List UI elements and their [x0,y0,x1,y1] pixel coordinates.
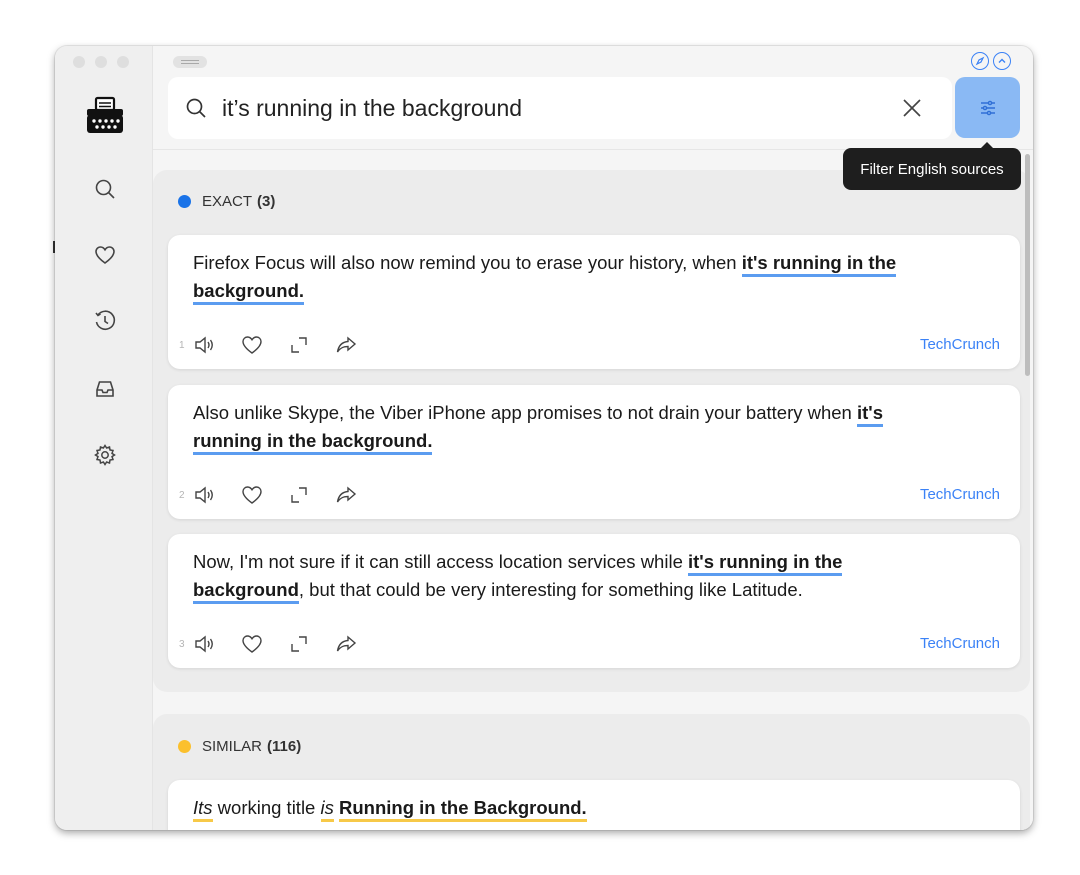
zoom-window-button[interactable] [117,56,129,68]
result-sentence[interactable]: Firefox Focus will also now remind you t… [193,249,953,305]
similar-match-highlight: Running in the Background. [339,797,587,822]
drag-handle-icon[interactable] [173,56,207,68]
chevron-up-icon[interactable] [993,52,1011,70]
sliders-icon [980,100,995,115]
exact-label: EXACT [202,193,253,210]
speaker-icon[interactable] [193,333,217,357]
window-controls [73,56,129,68]
compass-icon[interactable] [971,52,989,70]
close-window-button[interactable] [73,56,85,68]
sidebar-history-icon[interactable] [92,308,118,334]
result-number: 1 [179,339,185,351]
similar-label: SIMILAR [202,738,263,755]
share-icon[interactable] [334,632,358,656]
source-link[interactable]: TechCrunch [920,635,1000,652]
source-link[interactable]: TechCrunch [920,336,1000,353]
app-window: EXACT (3) Firefox Focus will also now re… [55,46,1033,830]
clear-search-close-icon[interactable] [900,96,924,120]
top-right-controls [971,52,1011,70]
result-actions: 2 [179,483,381,507]
result-card: Now, I'm not sure if it can still access… [168,534,1020,668]
result-actions: 1 [179,333,381,357]
heart-icon[interactable] [240,483,264,507]
speaker-icon[interactable] [193,632,217,656]
result-sentence[interactable]: Also unlike Skype, the Viber iPhone app … [193,399,953,455]
result-card: Also unlike Skype, the Viber iPhone app … [168,385,1020,519]
sidebar-inbox-icon[interactable] [92,376,118,402]
exact-count: (3) [257,193,276,210]
exact-section-header: EXACT (3) [178,193,275,210]
sidebar-search-icon[interactable] [92,176,118,202]
result-sentence[interactable]: Now, I'm not sure if it can still access… [193,548,953,604]
result-sentence[interactable]: Its working title is Running in the Back… [193,794,953,822]
sidebar-settings-gear-icon[interactable] [92,442,118,468]
expand-icon[interactable] [287,333,311,357]
similar-match-word: is [320,797,334,822]
share-icon[interactable] [334,483,358,507]
main-panel: EXACT (3) Firefox Focus will also now re… [153,46,1033,830]
expand-icon[interactable] [287,483,311,507]
search-icon [184,95,210,121]
similar-results-section: SIMILAR (116) Its working title is Runni… [153,714,1030,830]
similar-match-word: Its [193,797,213,822]
minimize-window-button[interactable] [95,56,107,68]
share-icon[interactable] [334,333,358,357]
similar-count: (116) [267,738,302,755]
result-card: Its working title is Running in the Back… [168,780,1020,830]
result-number: 3 [179,638,185,650]
source-link[interactable]: TechCrunch [920,486,1000,503]
similar-dot-icon [178,740,191,753]
search-bar [168,77,952,139]
speaker-icon[interactable] [193,483,217,507]
heart-icon[interactable] [240,632,264,656]
search-input[interactable] [222,94,882,122]
exact-results-section: EXACT (3) Firefox Focus will also now re… [153,170,1030,692]
result-actions: 3 [179,632,381,656]
exact-dot-icon [178,195,191,208]
scrollbar-thumb[interactable] [1025,154,1030,376]
filter-sources-button[interactable] [955,77,1020,138]
heart-icon[interactable] [240,333,264,357]
expand-icon[interactable] [287,632,311,656]
similar-section-header: SIMILAR (116) [178,738,301,755]
result-number: 2 [179,489,185,501]
sidebar-favorites-heart-icon[interactable] [92,242,118,268]
sidebar [55,46,153,830]
result-card: Firefox Focus will also now remind you t… [168,235,1020,369]
typewriter-logo-icon[interactable] [83,94,127,138]
filter-tooltip: Filter English sources [843,142,1021,190]
